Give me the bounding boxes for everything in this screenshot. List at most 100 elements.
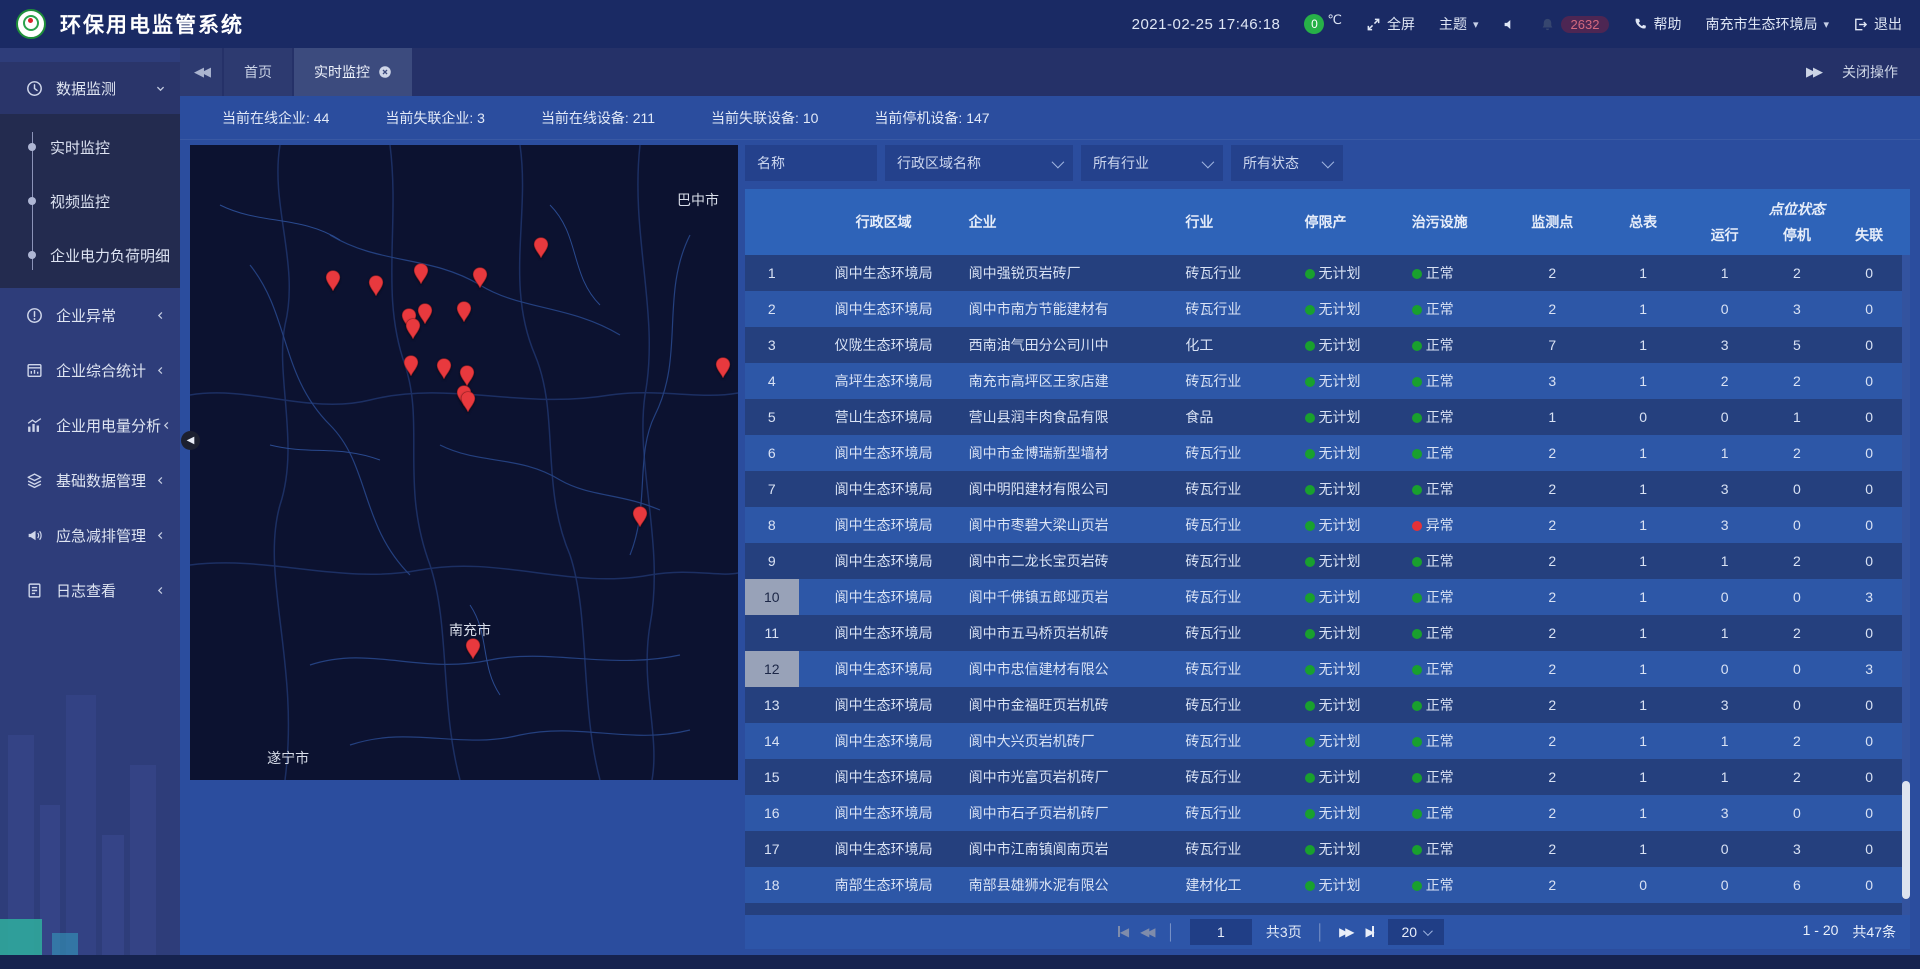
name-input[interactable]: [757, 155, 865, 171]
logout-button[interactable]: 退出: [1853, 14, 1902, 34]
map-panel[interactable]: 巴中市南充市遂宁市 ◀: [190, 145, 738, 780]
last-page-button[interactable]: ▶: [1366, 925, 1374, 939]
row-index: 7: [745, 471, 799, 507]
cell-limit-status: 无计划: [1293, 659, 1400, 679]
tabs-scroll-right-button[interactable]: ▶▶: [1806, 64, 1820, 80]
row-index: 9: [745, 543, 799, 579]
first-page-button[interactable]: ◀: [1118, 925, 1126, 939]
region-filter-select[interactable]: 行政区域名称: [885, 145, 1073, 181]
status-dot-icon: [1305, 665, 1315, 675]
table-row[interactable]: 7阆中生态环境局阆中明阳建材有限公司砖瓦行业无计划正常21300: [745, 471, 1910, 507]
speaker-icon: [1503, 18, 1516, 31]
close-operations-button[interactable]: 关闭操作: [1842, 62, 1898, 82]
table-row[interactable]: 13阆中生态环境局阆中市金福旺页岩机砖砖瓦行业无计划正常21300: [745, 687, 1910, 723]
map-pin[interactable]: [472, 267, 488, 289]
map-pin[interactable]: [436, 358, 452, 380]
sidebar-item-base-data[interactable]: 基础数据管理: [0, 453, 180, 508]
next-page-button[interactable]: ▶▶: [1339, 925, 1351, 939]
tabs-scroll-left-button[interactable]: ◀◀: [180, 48, 222, 96]
table-row[interactable]: 4高坪生态环境局南充市高坪区王家店建砖瓦行业无计划正常31220: [745, 363, 1910, 399]
sidebar-item-data-monitor[interactable]: 数据监测: [0, 62, 180, 114]
cell-total-meter: 1: [1598, 481, 1689, 497]
table-row[interactable]: 10阆中生态环境局阆中千佛镇五郎垭页岩砖瓦行业无计划正常21003: [745, 579, 1910, 615]
row-index: 13: [745, 687, 799, 723]
table-row[interactable]: 6阆中生态环境局阆中市金博瑞新型墙材砖瓦行业无计划正常21120: [745, 435, 1910, 471]
cell-region: 阆中生态环境局: [799, 695, 969, 715]
page-size-select[interactable]: 20: [1388, 919, 1444, 945]
app-root: 环保用电监管系统 2021-02-25 17:46:18 0 ℃ 全屏 主题 ▾: [0, 0, 1920, 969]
table-row[interactable]: 5营山生态环境局营山县润丰肉食品有限食品无计划正常10010: [745, 399, 1910, 435]
map-pin[interactable]: [533, 237, 549, 259]
stats-bar: 当前在线企业: 44当前失联企业: 3当前在线设备: 211当前失联设备: 10…: [180, 96, 1920, 140]
map-pin[interactable]: [456, 301, 472, 323]
map-pin[interactable]: [413, 263, 429, 285]
map-pin[interactable]: [368, 275, 384, 297]
status-filter-select[interactable]: 所有状态: [1231, 145, 1343, 181]
tab-close-icon[interactable]: [378, 65, 392, 79]
map-pin[interactable]: [465, 638, 481, 660]
sidebar-item-emergency-reduce[interactable]: 应急减排管理: [0, 508, 180, 563]
table-row[interactable]: 14阆中生态环境局阆中大兴页岩机砖厂砖瓦行业无计划正常21120: [745, 723, 1910, 759]
org-dropdown[interactable]: 南充市生态环境局 ▾: [1705, 14, 1829, 34]
table-row[interactable]: 1阆中生态环境局阆中强锐页岩砖厂砖瓦行业无计划正常21120: [745, 255, 1910, 291]
table-row[interactable]: 8阆中生态环境局阆中市枣碧大梁山页岩砖瓦行业无计划异常21300: [745, 507, 1910, 543]
cell-facility-status: 正常: [1400, 839, 1507, 859]
sidebar-subitem-video-monitor[interactable]: 视频监控: [0, 174, 180, 228]
map-pin[interactable]: [632, 506, 648, 528]
cell-stop-count: 0: [1761, 517, 1833, 533]
status-dot-icon: [1305, 629, 1315, 639]
cell-industry: 建材化工: [1185, 875, 1292, 895]
sidebar-item-company-stats[interactable]: 企业综合统计: [0, 343, 180, 398]
map-collapse-button[interactable]: ◀: [181, 431, 200, 450]
name-filter-input[interactable]: [745, 145, 877, 181]
sidebar-subitem-power-load-detail[interactable]: 企业电力负荷明细: [0, 228, 180, 282]
status-dot-icon: [1412, 845, 1422, 855]
theme-dropdown[interactable]: 主题 ▾: [1439, 14, 1479, 34]
sidebar-subitem-realtime-monitor[interactable]: 实时监控: [0, 120, 180, 174]
status-dot-icon: [1412, 305, 1422, 315]
table-row[interactable]: 16阆中生态环境局阆中市石子页岩机砖厂砖瓦行业无计划正常21300: [745, 795, 1910, 831]
help-button[interactable]: 帮助: [1633, 14, 1681, 34]
cell-limit-status: 无计划: [1293, 515, 1400, 535]
sidebar-item-power-analysis[interactable]: 企业用电量分析: [0, 398, 180, 453]
map-pin[interactable]: [403, 355, 419, 377]
page-number-input[interactable]: 1: [1190, 919, 1252, 945]
cell-monitor-count: 7: [1507, 337, 1598, 353]
map-pin[interactable]: [325, 270, 341, 292]
cell-total-meter: 1: [1598, 697, 1689, 713]
table-row[interactable]: 9阆中生态环境局阆中市二龙长宝页岩砖砖瓦行业无计划正常21120: [745, 543, 1910, 579]
total-pages-label: 共3页: [1266, 922, 1302, 942]
fullscreen-button[interactable]: 全屏: [1366, 14, 1415, 34]
prev-page-button[interactable]: ◀◀: [1140, 925, 1152, 939]
map-pin[interactable]: [459, 365, 475, 387]
table-row[interactable]: 12阆中生态环境局阆中市忠信建材有限公砖瓦行业无计划正常21003: [745, 651, 1910, 687]
cell-lost-count: 0: [1833, 769, 1905, 785]
cell-lost-count: 0: [1833, 301, 1905, 317]
status-dot-icon: [1412, 341, 1422, 351]
enterprise-table: 行政区域 企业 行业 停限产 治污设施 监测点 总表 点位状态 运行 停机: [745, 189, 1910, 915]
tab-realtime-monitor[interactable]: 实时监控: [294, 48, 412, 96]
table-row[interactable]: 17阆中生态环境局阆中市江南镇阆南页岩砖瓦行业无计划正常21030: [745, 831, 1910, 867]
table-header: 行政区域 企业 行业 停限产 治污设施 监测点 总表 点位状态 运行 停机: [745, 189, 1910, 255]
table-scrollbar[interactable]: [1902, 255, 1910, 915]
cell-total-meter: 0: [1598, 409, 1689, 425]
table-row[interactable]: 2阆中生态环境局阆中市南方节能建材有砖瓦行业无计划正常21030: [745, 291, 1910, 327]
notifications-button[interactable]: 2632: [1540, 16, 1610, 33]
sidebar-item-company-abnormal[interactable]: 企业异常: [0, 288, 180, 343]
status-dot-icon: [1305, 845, 1315, 855]
map-pin[interactable]: [460, 391, 476, 413]
map-pin[interactable]: [715, 357, 731, 379]
table-row[interactable]: 18南部生态环境局南部县雄狮水泥有限公建材化工无计划正常20060: [745, 867, 1910, 903]
cell-company: 阆中市石子页岩机砖厂: [969, 803, 1186, 823]
table-row[interactable]: 11阆中生态环境局阆中市五马桥页岩机砖砖瓦行业无计划正常21120: [745, 615, 1910, 651]
cell-stop-count: 3: [1761, 841, 1833, 857]
map-pin[interactable]: [405, 318, 421, 340]
status-dot-icon: [1412, 629, 1422, 639]
sound-button[interactable]: [1503, 18, 1516, 31]
sidebar-item-log-view[interactable]: 日志查看: [0, 563, 180, 618]
tab-home[interactable]: 首页: [224, 48, 292, 96]
cell-industry: 砖瓦行业: [1185, 443, 1292, 463]
table-row[interactable]: 3仪陇生态环境局西南油气田分公司川中化工无计划正常71350: [745, 327, 1910, 363]
table-row[interactable]: 15阆中生态环境局阆中市光富页岩机砖厂砖瓦行业无计划正常21120: [745, 759, 1910, 795]
industry-filter-select[interactable]: 所有行业: [1081, 145, 1223, 181]
